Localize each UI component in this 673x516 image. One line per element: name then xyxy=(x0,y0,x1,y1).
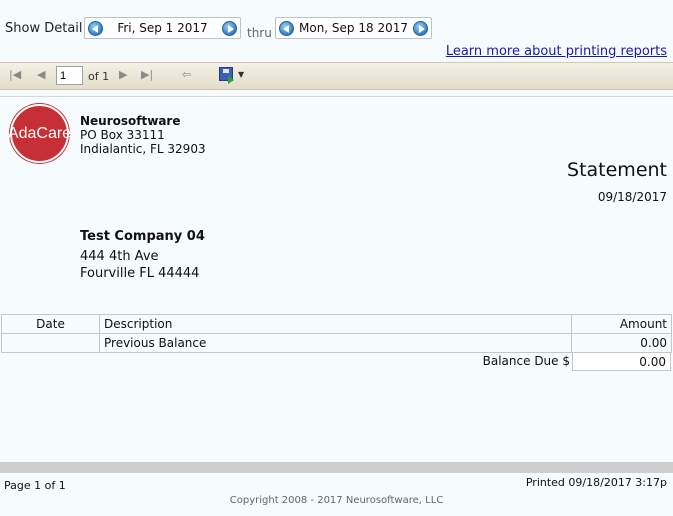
end-date-picker[interactable]: Mon, Sep 18 2017 xyxy=(275,17,432,39)
prev-page-icon[interactable]: ◀ xyxy=(37,68,45,81)
adacare-logo: AdaCare xyxy=(8,104,71,163)
footer-copyright: Copyright 2008 - 2017 Neurosoftware, LLC xyxy=(229,495,444,506)
customer-address: Test Company 04 444 4th Ave Fourville FL… xyxy=(80,228,205,282)
divider xyxy=(0,96,673,97)
row-amount: 0.00 xyxy=(571,333,672,353)
statement-table: Date Description Amount Previous Balance… xyxy=(1,314,672,353)
company-address: Neurosoftware PO Box 33111 Indialantic, … xyxy=(80,114,206,156)
show-detail-label: Show Detail xyxy=(5,21,83,36)
customer-name: Test Company 04 xyxy=(80,229,205,244)
prev-date-icon[interactable] xyxy=(279,20,294,36)
next-date-icon[interactable] xyxy=(222,20,237,36)
last-page-icon[interactable]: ▶| xyxy=(141,68,153,81)
statement-date: 09/18/2017 xyxy=(597,190,667,204)
table-header-row: Date Description Amount xyxy=(1,314,672,334)
save-export-icon[interactable] xyxy=(219,67,234,84)
column-header-date: Date xyxy=(1,314,100,334)
company-address-line2: Indialantic, FL 32903 xyxy=(80,142,206,156)
footer-page-label: Page 1 of 1 xyxy=(4,479,66,492)
prev-date-icon[interactable] xyxy=(88,20,103,36)
page-number-input[interactable] xyxy=(56,66,83,85)
thru-label: thru xyxy=(247,26,272,40)
start-date-picker[interactable]: Fri, Sep 1 2017 xyxy=(84,17,241,39)
balance-due-label: Balance Due $ xyxy=(482,354,570,368)
first-page-icon[interactable]: |◀ xyxy=(9,68,21,81)
row-date xyxy=(1,333,100,353)
table-row: Previous Balance 0.00 xyxy=(1,333,672,353)
footer-printed-timestamp: Printed 09/18/2017 3:17p xyxy=(525,476,667,489)
learn-more-link[interactable]: Learn more about printing reports xyxy=(446,44,667,59)
company-address-line1: PO Box 33111 xyxy=(80,128,165,142)
balance-due-value: 0.00 xyxy=(572,352,671,371)
row-description: Previous Balance xyxy=(99,333,572,353)
next-date-icon[interactable] xyxy=(413,20,428,36)
footer-divider xyxy=(0,462,673,473)
start-date-value: Fri, Sep 1 2017 xyxy=(117,21,208,35)
next-page-icon[interactable]: ▶ xyxy=(119,68,127,81)
report-toolbar: |◀ ◀ of 1 ▶ ▶| ⇦ ▼ xyxy=(0,62,673,90)
end-date-value: Mon, Sep 18 2017 xyxy=(299,21,408,35)
chevron-down-icon[interactable]: ▼ xyxy=(238,70,244,79)
back-icon[interactable]: ⇦ xyxy=(182,68,191,81)
company-name: Neurosoftware xyxy=(80,114,181,128)
column-header-description: Description xyxy=(99,314,572,334)
statement-title: Statement xyxy=(567,159,667,181)
customer-address-line1: 444 4th Ave xyxy=(80,249,159,264)
customer-address-line2: Fourville FL 44444 xyxy=(80,266,200,281)
column-header-amount: Amount xyxy=(571,314,672,334)
page-count-label: of 1 xyxy=(88,70,110,83)
